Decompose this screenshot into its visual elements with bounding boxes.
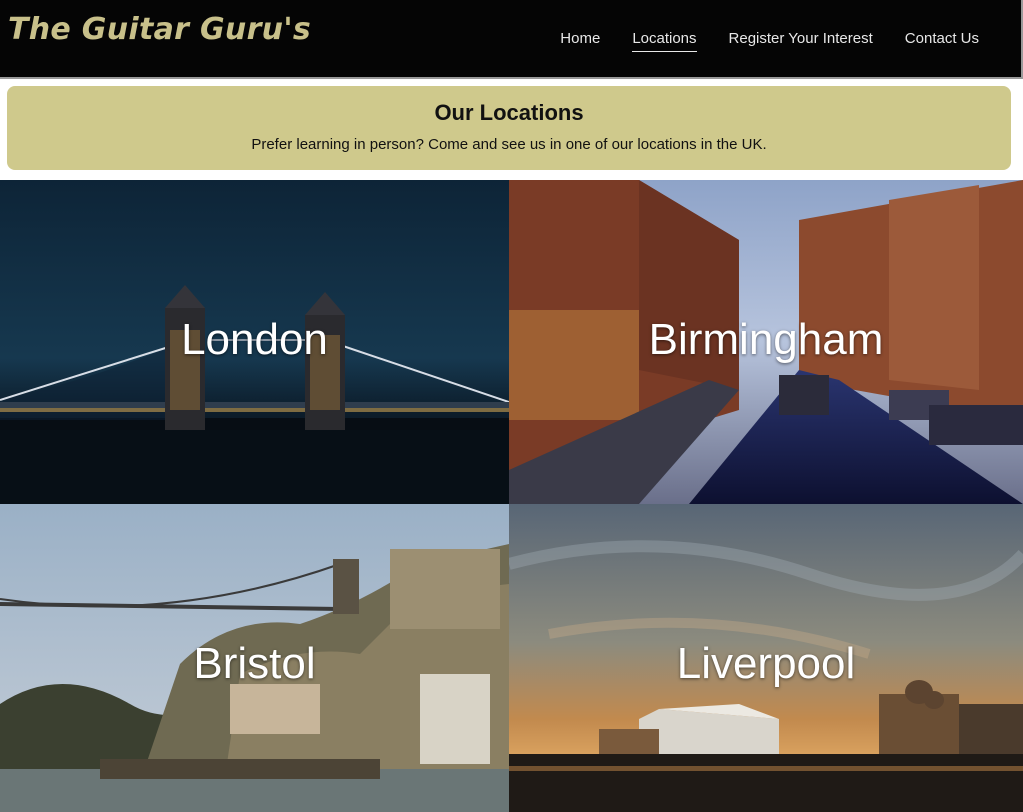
location-tile-liverpool[interactable]: Liverpool [509, 504, 1023, 812]
location-tile-birmingham[interactable]: Birmingham [509, 180, 1023, 504]
main-nav: Home Locations Register Your Interest Co… [560, 30, 979, 52]
page-title: Our Locations [434, 100, 584, 125]
locations-banner: Our Locations Prefer learning in person?… [7, 86, 1011, 170]
nav-register-interest[interactable]: Register Your Interest [729, 30, 873, 52]
nav-locations[interactable]: Locations [632, 30, 697, 52]
location-name-bristol: Bristol [193, 639, 316, 688]
nav-contact-us[interactable]: Contact Us [905, 30, 979, 52]
page-subtitle: Prefer learning in person? Come and see … [251, 136, 767, 153]
location-name-london: London [181, 315, 328, 364]
brand-logo[interactable]: The Guitar Guru's [8, 12, 311, 47]
location-name-liverpool: Liverpool [676, 639, 856, 688]
location-tile-london[interactable]: London [0, 180, 509, 504]
navbar: The Guitar Guru's Home Locations Registe… [0, 0, 1023, 79]
location-name-birmingham: Birmingham [648, 315, 884, 364]
nav-home[interactable]: Home [560, 30, 600, 52]
location-tile-bristol[interactable]: Bristol [0, 504, 509, 812]
